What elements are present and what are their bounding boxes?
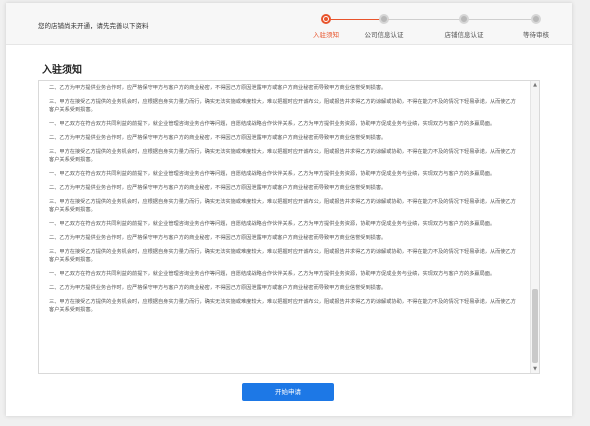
agreement-text-box[interactable]: 二、乙方为甲方提供业务合作时，应严格保守甲方与客户方的商业秘密，不得因己方原因泄… — [38, 80, 540, 374]
scrollbar-thumb[interactable] — [532, 289, 538, 363]
agreement-content: 二、乙方为甲方提供业务合作时，应严格保守甲方与客户方的商业秘密，不得因己方原因泄… — [49, 84, 519, 372]
agreement-paragraph: 三、甲方在接受乙方提供的业务机会时，应根据自身实力量力而行，确实无法实施或难度较… — [49, 99, 516, 113]
agreement-paragraph: 二、乙方为甲方提供业务合作时，应严格保守甲方与客户方的商业秘密，不得因己方原因泄… — [49, 135, 387, 141]
agreement-paragraph: 二、乙方为甲方提供业务合作时，应严格保守甲方与客户方的商业秘密，不得因己方原因泄… — [49, 185, 387, 191]
agreement-paragraph: 一、甲乙双方在符合双方共同利益的前提下，就企业管理咨询业务合作等问题，自愿结成战… — [49, 121, 496, 127]
step-1-label: 入驻须知 — [313, 31, 339, 39]
status-bar: 您的店铺尚未开通，请先完善以下资料 入驻须知 公司信息认证 店铺信息认证 等待审… — [6, 3, 572, 45]
step-3-label: 店铺信息认证 — [444, 31, 484, 39]
agreement-paragraph: 三、甲方在接受乙方提供的业务机会时，应根据自身实力量力而行，确实无法实施或难度较… — [49, 199, 516, 213]
step-1-indicator — [321, 14, 331, 24]
step-2-label: 公司信息认证 — [364, 31, 404, 39]
step-connector — [389, 19, 459, 20]
agreement-scrollbar[interactable]: ▲ ▼ — [530, 81, 539, 373]
scroll-up-icon[interactable]: ▲ — [532, 82, 538, 88]
agreement-paragraph: 一、甲乙双方在符合双方共同利益的前提下，就企业管理咨询业务合作等问题，自愿结成战… — [49, 271, 496, 277]
application-card: 您的店铺尚未开通，请先完善以下资料 入驻须知 公司信息认证 店铺信息认证 等待审… — [6, 3, 572, 416]
agreement-paragraph: 三、甲方在接受乙方提供的业务机会时，应根据自身实力量力而行，确实无法实施或难度较… — [49, 299, 516, 313]
step-4-indicator — [531, 14, 541, 24]
start-application-button[interactable]: 开始申请 — [242, 383, 334, 401]
step-4-label: 等待审核 — [523, 31, 549, 39]
step-3-indicator — [459, 14, 469, 24]
agreement-paragraph: 三、甲方在接受乙方提供的业务机会时，应根据自身实力量力而行，确实无法实施或难度较… — [49, 149, 516, 163]
step-connector — [459, 19, 531, 20]
store-status-notice: 您的店铺尚未开通，请先完善以下资料 — [38, 22, 149, 30]
agreement-paragraph: 一、甲乙双方在符合双方共同利益的前提下，就企业管理咨询业务合作等问题，自愿结成战… — [49, 221, 496, 227]
agreement-paragraph: 三、甲方在接受乙方提供的业务机会时，应根据自身实力量力而行，确实无法实施或难度较… — [49, 249, 516, 263]
step-2-indicator — [379, 14, 389, 24]
progress-steps: 入驻须知 公司信息认证 店铺信息认证 等待审核 — [304, 12, 549, 42]
agreement-paragraph: 二、乙方为甲方提供业务合作时，应严格保守甲方与客户方的商业秘密，不得因己方原因泄… — [49, 235, 387, 241]
agreement-paragraph: 二、乙方为甲方提供业务合作时，应严格保守甲方与客户方的商业秘密，不得因己方原因泄… — [49, 285, 387, 291]
scroll-down-icon[interactable]: ▼ — [532, 366, 538, 372]
agreement-paragraph: 一、甲乙双方在符合双方共同利益的前提下，就企业管理咨询业务合作等问题，自愿结成战… — [49, 171, 496, 177]
page-title: 入驻须知 — [42, 65, 82, 76]
agreement-paragraph: 二、乙方为甲方提供业务合作时，应严格保守甲方与客户方的商业秘密，不得因己方原因泄… — [49, 85, 387, 91]
